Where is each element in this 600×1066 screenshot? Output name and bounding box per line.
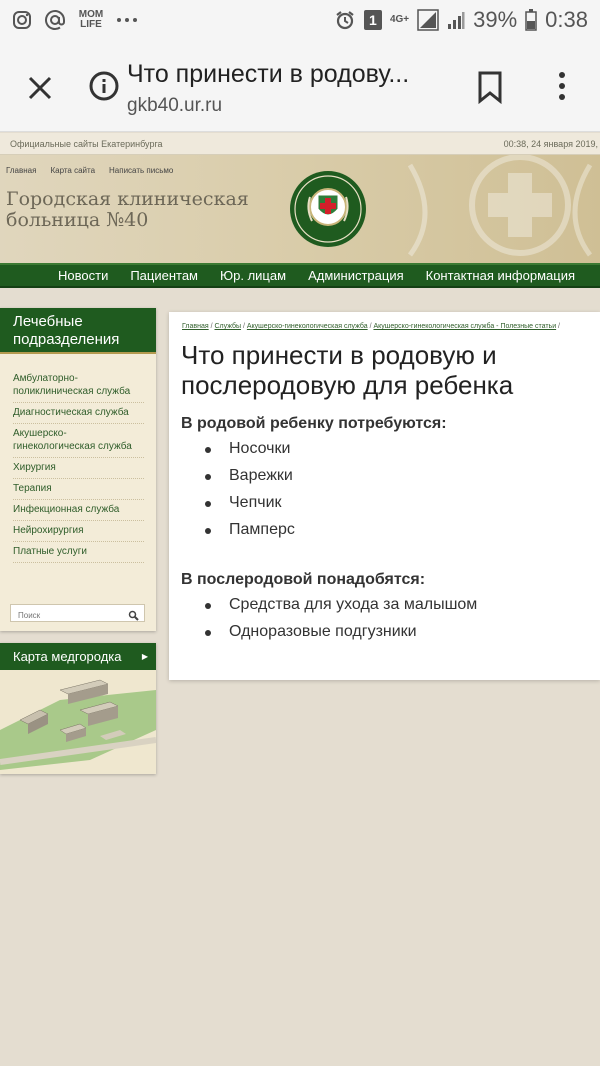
official-sites-link[interactable]: Официальные сайты Екатеринбурга [10,139,163,149]
bookmark-icon[interactable] [476,70,504,105]
breadcrumb-home[interactable]: Главная [182,323,209,330]
sidebar-heading: Лечебные подразделения [0,308,156,354]
breadcrumb-services[interactable]: Службы [215,323,242,330]
browser-menu-icon[interactable] [550,70,574,104]
nav-patients[interactable]: Пациентам [119,268,209,283]
alarm-icon [334,9,356,31]
sidebar-item-neurosurgery[interactable]: Нейрохирургия [13,521,144,542]
arrow-right-icon: ▶ [141,652,148,661]
list-item: Чепчик [203,494,295,521]
sidebar-item-therapy[interactable]: Терапия [13,479,144,500]
search-input[interactable] [11,607,119,624]
search-box [10,604,145,624]
site-datetime: 00:38, 24 января 2019, [503,139,598,149]
campus-map-heading[interactable]: Карта медгородка ▶ [0,643,156,670]
list-item: Памперс [203,521,295,548]
status-bar: MOM LIFE 1 4G+ 39% 0:38 [0,0,600,40]
at-sign-icon [44,9,66,31]
header-link-sitemap[interactable]: Карта сайта [50,166,95,175]
nav-administration[interactable]: Администрация [297,268,415,283]
section-birth-list: Носочки Варежки Чепчик Памперс [203,440,295,548]
header-link-write[interactable]: Написать письмо [109,166,173,175]
main-content: Главная / Службы / Акушерско-гинекологич… [169,312,600,680]
main-navigation: Новости Пациентам Юр. лицам Администраци… [0,263,600,288]
list-item: Средства для ухода за малышом [203,596,477,623]
page-title: Что принести в родовую и послеродовую дл… [181,340,514,400]
mom-life-app-icon: MOM LIFE [78,9,104,30]
signal-strength-icon [447,10,465,30]
header-links: Главная Карта сайта Написать письмо [6,166,173,175]
sidebar-item-paid-services[interactable]: Платные услуги [13,542,144,563]
section-birth-heading: В родовой ребенку потребуются: [181,415,447,432]
list-item: Варежки [203,467,295,494]
battery-icon [525,9,537,31]
browser-url[interactable]: gkb40.ur.ru [127,95,222,117]
list-item: Носочки [203,440,295,467]
breadcrumb-useful-articles[interactable]: Акушерско-гинекологическая служба - Поле… [373,323,556,330]
campus-map-block[interactable]: Карта медгородка ▶ [0,643,156,774]
site-topline: Официальные сайты Екатеринбурга 00:38, 2… [0,133,600,155]
browser-page-title: Что принести в родову... [127,60,410,88]
clock: 0:38 [545,7,588,32]
site-header: Главная Карта сайта Написать письмо Горо… [0,155,600,263]
close-tab-icon[interactable] [22,70,58,106]
nav-legal-entities[interactable]: Юр. лицам [209,268,297,283]
campus-map-image[interactable] [0,670,156,774]
breadcrumb-obstetrics[interactable]: Акушерско-гинекологическая служба [247,323,368,330]
sidebar-item-obstetrics[interactable]: Акушерско-гинекологическая служба [13,424,144,458]
hospital-emblem [288,169,368,249]
search-icon[interactable] [128,608,139,621]
sidebar-list: Амбулаторно-поликлиническая служба Диагн… [0,354,156,563]
nav-news[interactable]: Новости [0,268,119,283]
site-info-icon[interactable] [88,70,120,102]
list-item: Одноразовые подгузники [203,623,477,650]
section-postnatal-list: Средства для ухода за малышом Одноразовы… [203,596,477,650]
sidebar-item-diagnostic[interactable]: Диагностическая служба [13,403,144,424]
network-type-label: 4G+ [389,14,410,25]
header-link-home[interactable]: Главная [6,166,36,175]
breadcrumb: Главная / Службы / Акушерско-гинекологич… [182,323,560,330]
nav-contacts[interactable]: Контактная информация [415,268,586,283]
sidebar-item-surgery[interactable]: Хирургия [13,458,144,479]
battery-percent: 39% [473,7,518,32]
sidebar-departments: Лечебные подразделения Амбулаторно-полик… [0,308,156,631]
browser-toolbar: Что принести в родову... gkb40.ur.ru [0,40,600,132]
notification-count-badge: 1 [363,10,382,30]
sidebar-item-infectious[interactable]: Инфекционная служба [13,500,144,521]
header-decoration [400,155,600,263]
more-notifications-icon [116,17,138,23]
signal-icon [417,9,439,31]
instagram-icon [12,10,32,30]
site-title[interactable]: Городская клиническая больница №40 [6,189,249,231]
section-postnatal-heading: В послеродовой понадобятся: [181,571,426,588]
sidebar-item-outpatient[interactable]: Амбулаторно-поликлиническая служба [13,369,144,403]
